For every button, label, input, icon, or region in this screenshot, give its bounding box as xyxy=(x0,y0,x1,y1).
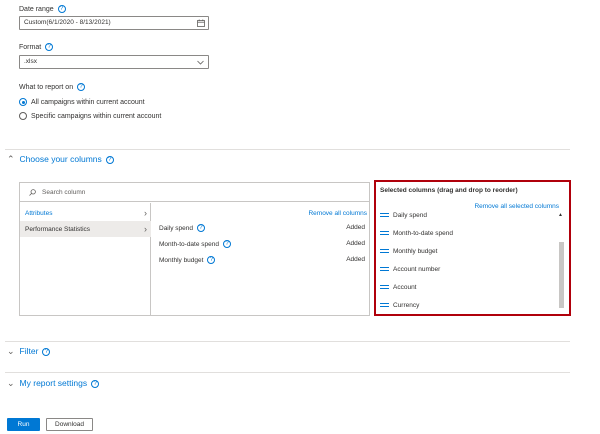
filter-header[interactable]: ⌄ Filter? xyxy=(7,346,51,357)
selected-item-label: Account xyxy=(393,284,417,291)
search-box[interactable]: Search column xyxy=(20,183,369,202)
choose-columns-header[interactable]: ⌃ Choose your columns? xyxy=(7,154,114,165)
column-list: Remove all columns Daily spend? Added Mo… xyxy=(152,203,369,315)
format-value: .xlsx xyxy=(24,58,37,65)
category-label: Attributes xyxy=(25,210,53,217)
column-status: Added xyxy=(346,256,365,263)
download-button[interactable]: Download xyxy=(46,418,93,431)
drag-handle-icon[interactable] xyxy=(380,231,389,236)
chevron-up-icon: ⌃ xyxy=(7,154,15,164)
remove-all-selected-link[interactable]: Remove all selected columns xyxy=(474,203,559,210)
category-label: Performance Statistics xyxy=(25,226,91,233)
help-icon[interactable]: ? xyxy=(45,43,54,51)
divider xyxy=(5,372,570,373)
selected-item-label: Currency xyxy=(393,302,420,309)
scroll-up-arrow-icon[interactable]: ▲ xyxy=(558,212,563,218)
section-title: My report settings xyxy=(19,378,88,388)
report-on-label: What to report on xyxy=(19,83,74,91)
selected-item[interactable]: Account number xyxy=(380,266,440,273)
chevron-down-icon: ⌄ xyxy=(7,378,15,388)
selected-item-label: Daily spend xyxy=(393,212,427,219)
radio-specific-campaigns[interactable]: Specific campaigns within current accoun… xyxy=(19,112,161,120)
date-range-section: Date range? xyxy=(19,5,66,13)
column-row[interactable]: Monthly budget? Added xyxy=(159,256,365,264)
selected-item[interactable]: Currency xyxy=(380,302,419,309)
date-range-value: Custom(6/1/2020 - 8/13/2021) xyxy=(24,19,111,26)
column-status: Added xyxy=(346,224,365,231)
chevron-down-icon xyxy=(197,60,204,65)
chevron-down-icon: ⌄ xyxy=(7,346,15,356)
drag-handle-icon[interactable] xyxy=(380,213,389,218)
category-list: Attributes › Performance Statistics › xyxy=(20,203,151,315)
help-icon[interactable]: ? xyxy=(105,156,114,165)
drag-handle-icon[interactable] xyxy=(380,303,389,308)
column-status: Added xyxy=(346,240,365,247)
drag-handle-icon[interactable] xyxy=(380,285,389,290)
column-row[interactable]: Month-to-date spend? Added xyxy=(159,240,365,248)
remove-all-columns-link[interactable]: Remove all columns xyxy=(308,210,367,217)
radio-button-checked[interactable] xyxy=(19,98,27,106)
format-select[interactable]: .xlsx xyxy=(19,55,209,69)
section-title: Filter xyxy=(19,346,39,356)
radio-label: Specific campaigns within current accoun… xyxy=(31,112,162,120)
category-performance-statistics[interactable]: Performance Statistics › xyxy=(20,221,151,237)
help-icon[interactable]: ? xyxy=(77,83,86,91)
radio-button[interactable] xyxy=(19,112,27,120)
selected-item[interactable]: Monthly budget xyxy=(380,248,437,255)
format-section: Format? xyxy=(19,43,54,51)
selected-item-label: Account number xyxy=(393,266,441,273)
search-icon xyxy=(29,189,36,196)
help-icon[interactable]: ? xyxy=(57,5,66,13)
divider xyxy=(5,341,570,342)
help-icon[interactable]: ? xyxy=(207,256,216,264)
selected-item-label: Monthly budget xyxy=(393,248,438,255)
my-report-settings-header[interactable]: ⌄ My report settings? xyxy=(7,378,100,389)
column-name: Month-to-date spend xyxy=(159,240,219,248)
chevron-right-icon: › xyxy=(144,224,147,234)
selected-item-label: Month-to-date spend xyxy=(393,230,453,237)
run-button[interactable]: Run xyxy=(7,418,40,431)
selected-item[interactable]: Month-to-date spend xyxy=(380,230,453,237)
search-input[interactable]: Search column xyxy=(42,189,85,196)
help-icon[interactable]: ? xyxy=(196,224,205,232)
column-name: Daily spend xyxy=(159,224,193,232)
selected-item[interactable]: Account xyxy=(380,284,417,291)
selected-columns-title: Selected columns (drag and drop to reord… xyxy=(380,187,518,194)
report-on-section: What to report on? xyxy=(19,83,86,91)
radio-label: All campaigns within current account xyxy=(31,98,145,106)
chevron-right-icon: › xyxy=(144,208,147,218)
section-title: Choose your columns xyxy=(19,154,102,164)
radio-all-campaigns[interactable]: All campaigns within current account xyxy=(19,98,145,106)
column-row[interactable]: Daily spend? Added xyxy=(159,224,365,232)
selected-item[interactable]: Daily spend xyxy=(380,212,427,219)
category-attributes[interactable]: Attributes › xyxy=(20,206,151,220)
calendar-icon[interactable] xyxy=(197,19,205,27)
help-icon[interactable]: ? xyxy=(42,348,51,357)
help-icon[interactable]: ? xyxy=(91,380,100,389)
scrollbar-thumb[interactable] xyxy=(559,242,564,308)
scrollbar[interactable]: ▲ xyxy=(558,212,564,312)
selected-columns-panel: Selected columns (drag and drop to reord… xyxy=(374,180,571,316)
column-picker-panel: Search column Attributes › Performance S… xyxy=(19,182,370,316)
drag-handle-icon[interactable] xyxy=(380,249,389,254)
date-range-field[interactable]: Custom(6/1/2020 - 8/13/2021) xyxy=(19,16,209,30)
help-icon[interactable]: ? xyxy=(222,240,231,248)
format-label: Format xyxy=(19,43,42,51)
divider xyxy=(5,149,570,150)
date-range-label: Date range xyxy=(19,5,54,13)
column-name: Monthly budget xyxy=(159,256,204,264)
drag-handle-icon[interactable] xyxy=(380,267,389,272)
